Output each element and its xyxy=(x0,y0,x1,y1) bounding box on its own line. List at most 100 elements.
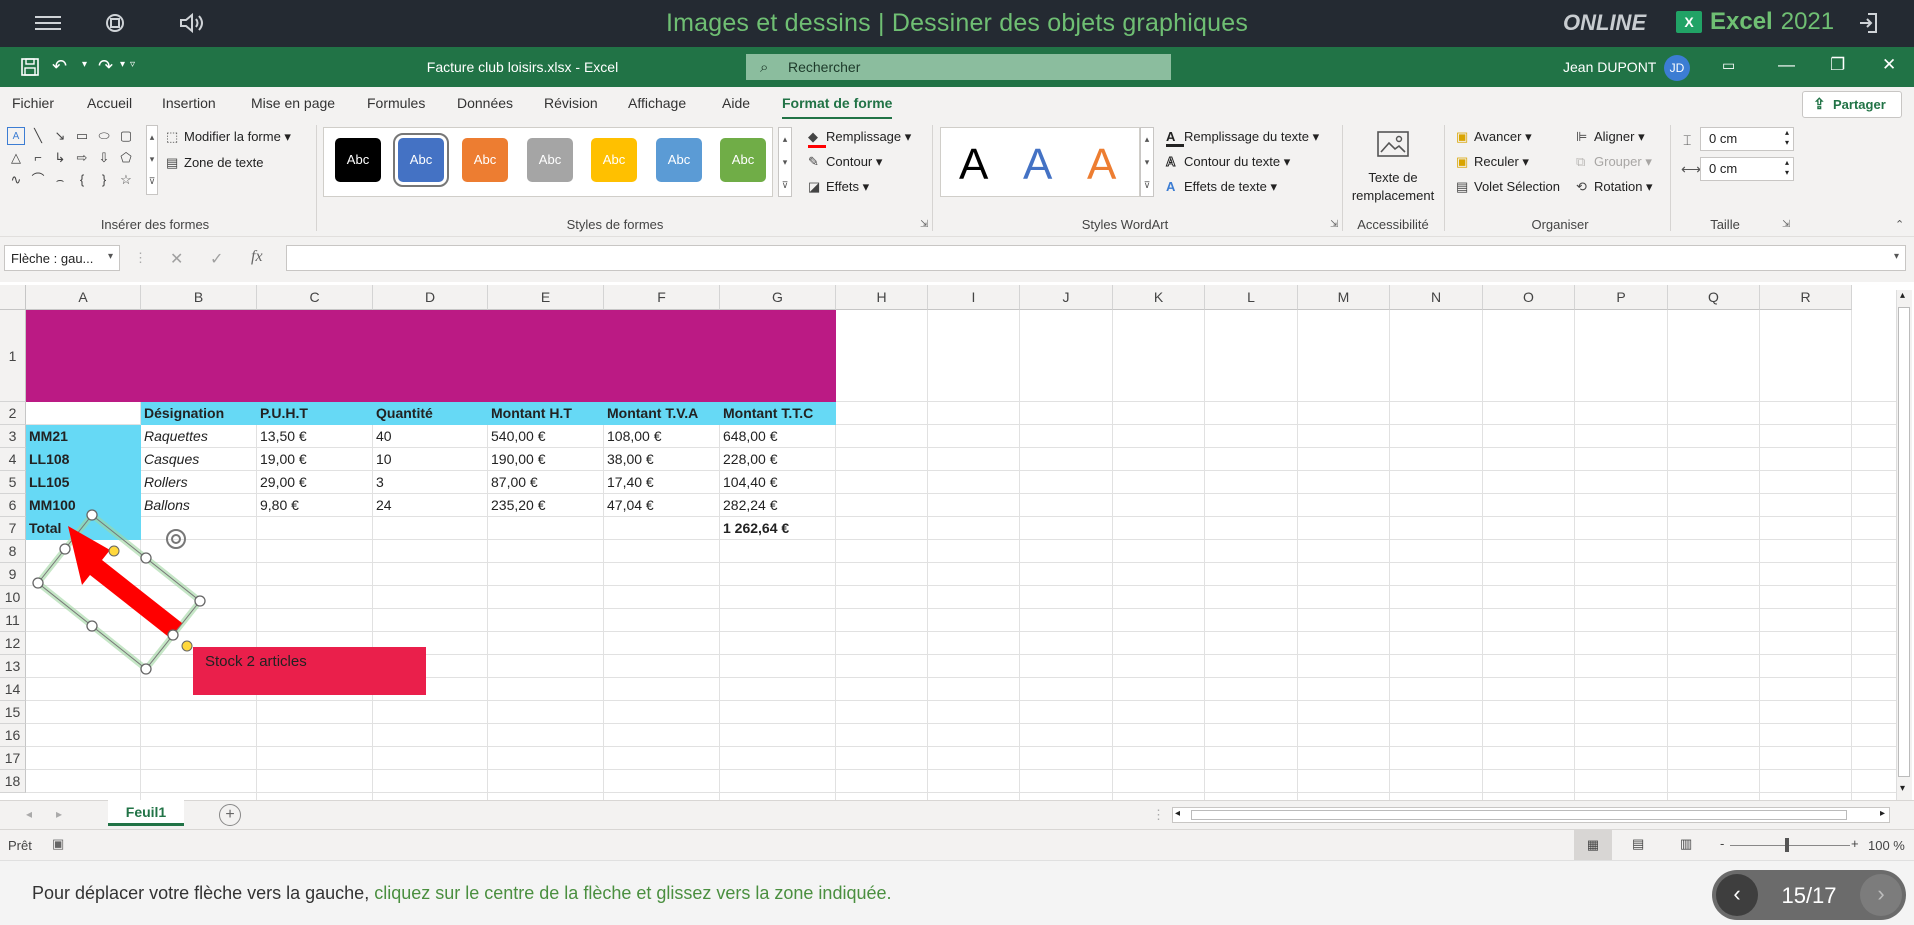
shape-height-input[interactable]: 0 cm ▴ ▾ xyxy=(1700,127,1794,151)
table-cell[interactable]: 13,50 € xyxy=(257,425,373,448)
horizontal-scroll-thumb[interactable] xyxy=(1191,810,1847,820)
tab-aide[interactable]: Aide xyxy=(722,95,750,111)
shape-style-swatch[interactable]: Abc xyxy=(656,138,702,182)
table-cell[interactable]: 17,40 € xyxy=(604,471,720,494)
column-header[interactable]: H xyxy=(836,285,928,310)
table-cell[interactable]: 47,04 € xyxy=(604,494,720,517)
column-header[interactable]: M xyxy=(1298,285,1390,310)
macro-record-icon[interactable]: ▣ xyxy=(52,836,64,852)
edit-shape-button[interactable]: ⬚ Modifier la forme ▾ xyxy=(166,129,291,145)
down-arrow-shape-icon[interactable]: ⇩ xyxy=(95,149,113,167)
wordart-scroll[interactable]: ▴ ▾ ⊽ xyxy=(1140,127,1154,197)
prev-sheet-icon[interactable]: ◂ xyxy=(26,807,32,821)
tab-formules[interactable]: Formules xyxy=(367,95,425,111)
textbox-shape-icon[interactable]: A xyxy=(7,127,25,145)
shape-style-swatch[interactable]: Abc xyxy=(527,138,573,182)
search-input[interactable]: ⌕ Rechercher xyxy=(746,54,1171,80)
row-header[interactable]: 4 xyxy=(0,448,26,471)
table-cell[interactable]: 104,40 € xyxy=(720,471,836,494)
wordart-style-option[interactable]: A xyxy=(1023,140,1052,190)
row-header[interactable]: 16 xyxy=(0,724,26,747)
table-cell[interactable]: 235,20 € xyxy=(488,494,604,517)
page-break-view-icon[interactable]: ▥ xyxy=(1680,836,1692,852)
column-header[interactable]: R xyxy=(1760,285,1852,310)
rotate-button[interactable]: ⟲ Rotation ▾ xyxy=(1576,179,1653,195)
left-brace-shape-icon[interactable]: { xyxy=(73,171,91,189)
tab-format-de-forme[interactable]: Format de forme xyxy=(782,95,893,120)
table-header-cell[interactable]: Montant T.T.C xyxy=(720,402,836,425)
tab-accueil[interactable]: Accueil xyxy=(87,95,132,111)
total-value-cell[interactable]: 1 262,64 € xyxy=(720,517,836,540)
close-icon[interactable]: ✕ xyxy=(1882,55,1896,75)
tab-affichage[interactable]: Affichage xyxy=(628,95,686,111)
shape-fill-button[interactable]: ◆ Remplissage ▾ xyxy=(808,129,911,148)
column-header[interactable]: J xyxy=(1020,285,1113,310)
table-header-cell[interactable]: P.U.H.T xyxy=(257,402,373,425)
next-step-button[interactable]: › xyxy=(1860,874,1902,916)
selection-pane-button[interactable]: ▤ Volet Sélection xyxy=(1456,179,1560,195)
shape-styles-launcher-icon[interactable]: ⇲ xyxy=(920,219,928,230)
shape-styles-gallery[interactable]: Abc Abc Abc Abc Abc Abc Abc xyxy=(323,127,773,197)
shape-styles-scroll[interactable]: ▴ ▾ ⊽ xyxy=(778,127,792,197)
table-header-cell[interactable]: Quantité xyxy=(373,402,488,425)
column-header[interactable]: I xyxy=(928,285,1020,310)
ribbon-display-icon[interactable]: ▭ xyxy=(1722,57,1735,74)
line-shape-icon[interactable]: ╲ xyxy=(29,127,47,145)
formula-input[interactable]: ▾ xyxy=(286,245,1906,271)
zoom-in-icon[interactable]: + xyxy=(1851,836,1859,851)
shape-outline-button[interactable]: ✎ Contour ▾ xyxy=(808,154,882,170)
column-header[interactable]: K xyxy=(1113,285,1205,310)
column-header[interactable]: E xyxy=(488,285,604,310)
text-box-button[interactable]: ▤ Zone de texte xyxy=(166,155,264,171)
zoom-slider-thumb[interactable] xyxy=(1785,838,1789,852)
fx-icon[interactable]: fx xyxy=(251,248,263,266)
tab-mise-en-page[interactable]: Mise en page xyxy=(251,95,335,111)
text-outline-button[interactable]: A Contour du texte ▾ xyxy=(1166,154,1291,170)
curve-shape-icon[interactable]: ⌢ xyxy=(51,171,69,189)
table-cell[interactable]: 648,00 € xyxy=(720,425,836,448)
horizontal-scrollbar[interactable]: ◂ ▸ xyxy=(1172,807,1890,823)
title-banner[interactable] xyxy=(26,310,836,402)
restore-icon[interactable]: ❐ xyxy=(1830,55,1845,75)
shape-effects-button[interactable]: ◪ Effets ▾ xyxy=(808,179,869,195)
shape-style-swatch[interactable]: Abc xyxy=(335,138,381,182)
alt-text-button[interactable]: Texte de remplacement xyxy=(1347,129,1439,213)
right-arrow-shape-icon[interactable]: ⇨ xyxy=(73,149,91,167)
table-cell[interactable]: Raquettes xyxy=(141,425,257,448)
arrow-line-shape-icon[interactable]: ↘ xyxy=(51,127,69,145)
elbow-arrow-icon[interactable]: ↳ xyxy=(51,149,69,167)
zoom-slider[interactable] xyxy=(1730,845,1850,846)
page-layout-view-icon[interactable]: ▤ xyxy=(1632,836,1644,852)
table-cell[interactable]: 108,00 € xyxy=(604,425,720,448)
spin-arrows-icon[interactable]: ▴ ▾ xyxy=(1785,128,1789,148)
name-box[interactable]: Flèche : gau... ▾ xyxy=(4,245,120,271)
arc-shape-icon[interactable]: ⌒ xyxy=(29,171,47,189)
expand-formula-icon[interactable]: ▾ xyxy=(1894,251,1899,262)
column-header[interactable]: P xyxy=(1575,285,1668,310)
zoom-level[interactable]: 100 % xyxy=(1868,838,1905,853)
group-button[interactable]: ⧉ Grouper ▾ xyxy=(1576,154,1652,170)
elbow-connector-icon[interactable]: ⌐ xyxy=(29,149,47,167)
column-header[interactable]: L xyxy=(1205,285,1298,310)
spin-arrows-icon[interactable]: ▴ ▾ xyxy=(1785,158,1789,178)
column-header[interactable]: Q xyxy=(1668,285,1760,310)
tab-insertion[interactable]: Insertion xyxy=(162,95,216,111)
text-fill-button[interactable]: A Remplissage du texte ▾ xyxy=(1166,129,1319,147)
shape-style-swatch[interactable]: Abc xyxy=(591,138,637,182)
column-header[interactable]: N xyxy=(1390,285,1483,310)
tab-donnees[interactable]: Données xyxy=(457,95,513,111)
add-sheet-icon[interactable]: + xyxy=(219,804,241,826)
table-cell[interactable]: 9,80 € xyxy=(257,494,373,517)
rectangle-shape-icon[interactable]: ▭ xyxy=(73,127,91,145)
star-shape-icon[interactable]: ☆ xyxy=(117,171,135,189)
row-header[interactable]: 2 xyxy=(0,402,26,425)
column-header[interactable]: O xyxy=(1483,285,1575,310)
table-header-cell[interactable]: Montant T.V.A xyxy=(604,402,720,425)
triangle-shape-icon[interactable]: △ xyxy=(7,149,25,167)
scroll-right-icon[interactable]: ▸ xyxy=(1880,808,1885,819)
chevron-down-icon[interactable]: ▾ xyxy=(108,251,113,262)
rotate-handle-icon[interactable] xyxy=(166,529,186,549)
minimize-icon[interactable]: — xyxy=(1778,55,1795,75)
shape-width-input[interactable]: 0 cm ▴ ▾ xyxy=(1700,157,1794,181)
table-cell[interactable]: 38,00 € xyxy=(604,448,720,471)
